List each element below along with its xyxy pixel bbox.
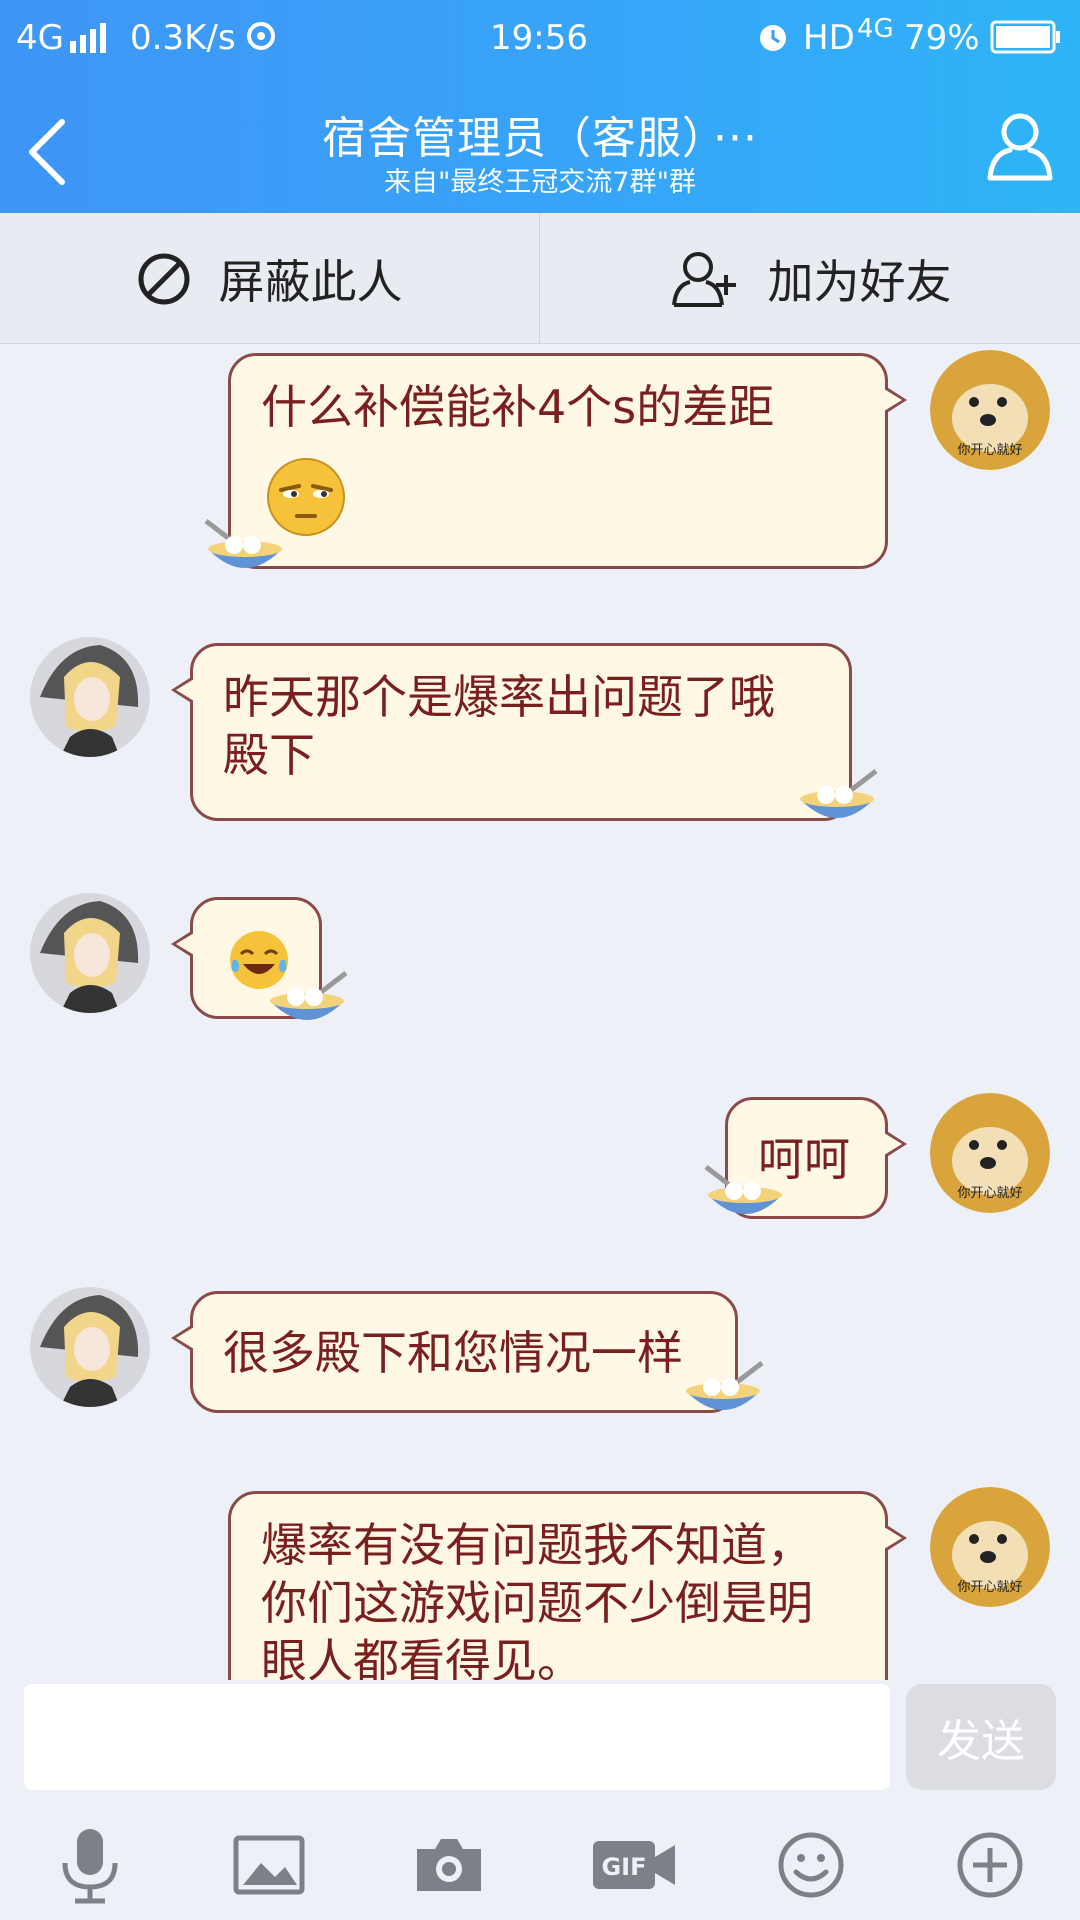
action-bar: 屏蔽此人 加为好友 (0, 213, 1080, 344)
input-bar: 发送 GIF (0, 1680, 1080, 1920)
anime-avatar-icon (30, 637, 150, 757)
network-label-2: 4G (857, 14, 894, 44)
block-user-button[interactable]: 屏蔽此人 (0, 213, 539, 344)
message-bubble[interactable]: 很多殿下和您情况一样 (171, 1291, 738, 1413)
sync-icon (246, 20, 276, 60)
message-text: 爆率有没有问题我不知道， (261, 1518, 813, 1572)
avatar-caption: 你开心就好 (957, 1580, 1022, 1595)
send-button[interactable]: 发送 (906, 1684, 1056, 1790)
action-divider (539, 213, 540, 344)
bowl-decoration-icon (686, 1361, 764, 1410)
camera-button[interactable] (404, 1820, 494, 1910)
message-bubble[interactable]: 爆率有没有问题我不知道， 你们这游戏问题不少倒是明 眼人都看得见。 (228, 1491, 907, 1680)
emoji-button[interactable] (766, 1820, 856, 1910)
doge-avatar-icon: 你开心就好 (930, 1487, 1050, 1607)
status-bar: 4G 0.3K/s 19:56 HD 4G 79% (0, 0, 1080, 75)
message-text: 殿下 (223, 728, 315, 782)
battery-percent: 79% (904, 18, 980, 58)
microphone-icon (62, 1829, 118, 1904)
avatar-caption: 你开心就好 (957, 443, 1022, 458)
message-input[interactable] (24, 1684, 890, 1790)
bowl-decoration-icon (800, 769, 878, 818)
plus-icon (957, 1832, 1023, 1898)
chat-area[interactable]: 什么补偿能补4个s的差距 你开心就好 昨天那个是爆率出问题了哦 殿下 呵呵 你开… (0, 345, 1080, 1680)
alarm-icon (755, 18, 791, 63)
svg-text:GIF: GIF (601, 1853, 646, 1881)
image-icon (233, 1835, 305, 1895)
doge-avatar-icon: 你开心就好 (930, 350, 1050, 470)
signal-icon (70, 22, 112, 62)
anime-avatar-icon (30, 893, 150, 1013)
page-title-text: 宿舍管理员（客服） (322, 113, 706, 164)
message-text: 你们这游戏问题不少倒是明 (261, 1576, 813, 1630)
title-more: ··· (713, 113, 758, 164)
block-user-label: 屏蔽此人 (218, 254, 403, 309)
add-friend-button[interactable]: 加为好友 (541, 213, 1080, 344)
smiley-icon (778, 1832, 844, 1898)
voice-button[interactable] (45, 1820, 135, 1910)
anime-avatar-icon (30, 1287, 150, 1407)
add-user-icon (671, 251, 736, 307)
more-button[interactable] (945, 1820, 1035, 1910)
gif-icon: GIF (593, 1841, 675, 1889)
message-bubble[interactable]: 什么补偿能补4个s的差距 (228, 353, 907, 569)
my-avatar[interactable]: 你开心就好 (930, 350, 1050, 470)
bowl-decoration-icon (704, 1165, 782, 1214)
network-speed: 0.3K/s (130, 18, 236, 58)
camera-icon (417, 1839, 481, 1891)
bowl-decoration-icon (270, 971, 348, 1020)
battery-icon (990, 20, 1062, 63)
bowl-decoration-icon (204, 519, 282, 568)
clock: 19:56 (490, 18, 588, 58)
my-avatar[interactable]: 你开心就好 (930, 1093, 1050, 1213)
block-icon (138, 253, 189, 304)
image-button[interactable] (224, 1820, 314, 1910)
person-icon (987, 113, 1053, 181)
message-text: 昨天那个是爆率出问题了哦 (223, 670, 775, 724)
message-bubble[interactable]: 昨天那个是爆率出问题了哦 殿下 (171, 643, 852, 821)
page-subtitle: 来自"最终王冠交流7群"群 (383, 167, 696, 198)
my-avatar[interactable]: 你开心就好 (930, 1487, 1050, 1607)
doge-avatar-icon: 你开心就好 (930, 1093, 1050, 1213)
sender-avatar[interactable] (30, 893, 150, 1013)
sender-avatar[interactable] (30, 637, 150, 757)
profile-button[interactable] (982, 108, 1058, 184)
sender-avatar[interactable] (30, 1287, 150, 1407)
network-label: 4G (16, 18, 64, 58)
message-text: 什么补偿能补4个s的差距 (261, 380, 775, 434)
gif-button[interactable]: GIF (584, 1820, 684, 1910)
title-bar: 宿舍管理员（客服） ··· 来自"最终王冠交流7群"群 (0, 80, 1080, 213)
page-title: 宿舍管理员（客服） ··· (0, 102, 1080, 166)
header: 4G 0.3K/s 19:56 HD 4G 79% 宿舍管理员（客服） ··· 来… (0, 0, 1080, 213)
hd-label: HD (803, 18, 855, 58)
add-friend-label: 加为好友 (767, 254, 952, 309)
message-text: 很多殿下和您情况一样 (223, 1326, 683, 1380)
avatar-caption: 你开心就好 (957, 1186, 1022, 1201)
message-text: 眼人都看得见。 (261, 1634, 583, 1680)
